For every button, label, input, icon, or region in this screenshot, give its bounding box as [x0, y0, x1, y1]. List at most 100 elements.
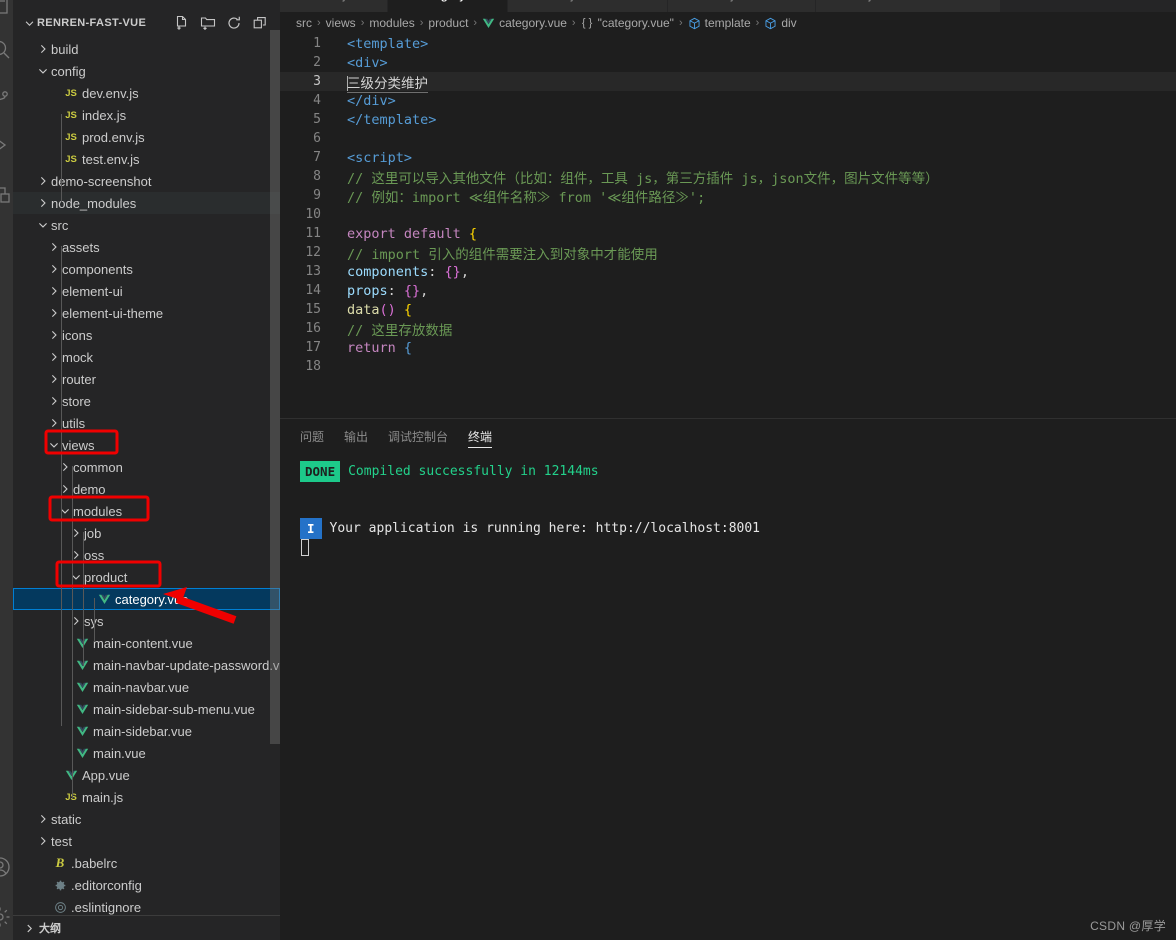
code-line[interactable]: 4 </div>: [280, 91, 1176, 110]
chevron-right-icon[interactable]: [46, 236, 62, 258]
tree-item[interactable]: config: [13, 60, 280, 82]
panel-tab-inactive[interactable]: 问题: [300, 419, 324, 454]
tree-item[interactable]: build: [13, 38, 280, 60]
outline-section-header[interactable]: 大纲: [13, 915, 280, 940]
close-icon[interactable]: ×: [360, 0, 368, 2]
tree-item[interactable]: modules: [13, 500, 280, 522]
tree-item[interactable]: icons: [13, 324, 280, 346]
code-editor[interactable]: 1 <template> 2 <div> 3 三级分类维护 4 </div> 5 </templa…: [280, 34, 1176, 418]
chevron-right-icon[interactable]: [57, 478, 73, 500]
chevron-right-icon[interactable]: [35, 830, 51, 852]
panel-tab-inactive[interactable]: 调试控制台: [388, 419, 448, 454]
chevron-down-icon[interactable]: [35, 60, 51, 82]
tree-item[interactable]: .editorconfig: [13, 874, 280, 896]
new-folder-button[interactable]: [198, 13, 218, 33]
chevron-right-icon[interactable]: [46, 346, 62, 368]
tree-item[interactable]: JS main.js: [13, 786, 280, 808]
chevron-down-icon[interactable]: [57, 500, 73, 522]
collapse-all-button[interactable]: [250, 13, 270, 33]
chevron-down-icon[interactable]: [68, 566, 84, 588]
chevron-right-icon[interactable]: [46, 324, 62, 346]
close-icon[interactable]: ×: [588, 0, 596, 2]
tree-item[interactable]: assets: [13, 236, 280, 258]
tree-item[interactable]: main-navbar-update-password.vue: [13, 654, 280, 676]
tree-item[interactable]: oss: [13, 544, 280, 566]
tree-item[interactable]: demo: [13, 478, 280, 500]
tree-item[interactable]: demo-screenshot: [13, 170, 280, 192]
terminal-output[interactable]: DONE Compiled successfully in 12144ms I …: [280, 454, 1176, 557]
code-line[interactable]: 9 // 例如：import ≪组件名称≫ from '≪组件路径≫';: [280, 186, 1176, 206]
accounts-icon[interactable]: [0, 855, 12, 879]
chevron-right-icon[interactable]: [46, 302, 62, 324]
settings-gear-icon[interactable]: [0, 905, 12, 929]
editor-tab[interactable]: {} vue.json ×: [816, 0, 1001, 12]
sidebar-scrollbar[interactable]: [270, 30, 280, 744]
breadcrumb-item[interactable]: modules: [369, 16, 414, 30]
code-line[interactable]: 12 // import 引入的组件需要注入到对象中才能使用: [280, 243, 1176, 263]
breadcrumb-item[interactable]: src: [296, 16, 312, 30]
tree-item[interactable]: JS index.js: [13, 104, 280, 126]
search-icon[interactable]: [0, 37, 12, 61]
code-line[interactable]: 16 // 这里存放数据: [280, 319, 1176, 339]
code-line[interactable]: 7 <script>: [280, 148, 1176, 167]
code-line[interactable]: 2 <div>: [280, 53, 1176, 72]
tree-item[interactable]: views: [13, 434, 280, 456]
tree-item[interactable]: JS prod.env.js: [13, 126, 280, 148]
chevron-down-icon[interactable]: [46, 434, 62, 456]
code-line[interactable]: 11 export default {: [280, 224, 1176, 243]
chevron-right-icon[interactable]: [35, 192, 51, 214]
code-line[interactable]: 14 props: {},: [280, 281, 1176, 300]
tree-item-selected[interactable]: category.vue: [13, 588, 280, 610]
new-file-button[interactable]: [172, 13, 192, 33]
tree-item[interactable]: B .babelrc: [13, 852, 280, 874]
tree-item[interactable]: src: [13, 214, 280, 236]
close-icon[interactable]: ×: [748, 0, 756, 2]
chevron-right-icon[interactable]: [35, 808, 51, 830]
tree-item[interactable]: static: [13, 808, 280, 830]
tree-item[interactable]: mock: [13, 346, 280, 368]
tree-item[interactable]: store: [13, 390, 280, 412]
panel-tab-active[interactable]: 终端: [468, 419, 493, 454]
chevron-right-icon[interactable]: [46, 280, 62, 302]
chevron-right-icon[interactable]: [46, 412, 62, 434]
tree-item[interactable]: main-sidebar.vue: [13, 720, 280, 742]
chevron-down-icon[interactable]: [35, 214, 51, 236]
tree-item[interactable]: components: [13, 258, 280, 280]
tree-item[interactable]: utils: [13, 412, 280, 434]
run-debug-icon[interactable]: [0, 133, 12, 157]
code-line[interactable]: 17 return {: [280, 338, 1176, 357]
tree-item[interactable]: job: [13, 522, 280, 544]
chevron-right-icon[interactable]: [35, 38, 51, 60]
explorer-section-header[interactable]: RENREN-FAST-VUE: [13, 10, 280, 36]
code-line[interactable]: 10: [280, 205, 1176, 224]
code-line[interactable]: 1 <template>: [280, 34, 1176, 53]
tree-item[interactable]: test: [13, 830, 280, 852]
editor-scrollbar[interactable]: [1162, 34, 1176, 418]
breadcrumb-item[interactable]: { } "category.vue": [581, 16, 674, 30]
code-line[interactable]: 18: [280, 357, 1176, 376]
tree-item[interactable]: node_modules: [13, 192, 280, 214]
chevron-right-icon[interactable]: [35, 170, 51, 192]
tree-item[interactable]: main-navbar.vue: [13, 676, 280, 698]
chevron-right-icon[interactable]: [46, 390, 62, 412]
breadcrumb-item[interactable]: views: [326, 16, 356, 30]
code-line[interactable]: 6: [280, 129, 1176, 148]
source-control-icon[interactable]: [0, 85, 12, 109]
tree-item[interactable]: router: [13, 368, 280, 390]
panel-tab-inactive[interactable]: 输出: [344, 419, 368, 454]
tree-item[interactable]: sys: [13, 610, 280, 632]
tree-item[interactable]: JS dev.env.js: [13, 82, 280, 104]
breadcrumb-item[interactable]: template: [688, 16, 751, 30]
tree-item[interactable]: product: [13, 566, 280, 588]
breadcrumb-item[interactable]: div: [764, 16, 797, 30]
tree-item[interactable]: .eslintignore: [13, 896, 280, 915]
code-line[interactable]: 8 // 这里可以导入其他文件（比如：组件，工具 js，第三方插件 js，json…: [280, 167, 1176, 187]
code-line[interactable]: 15 data() {: [280, 300, 1176, 319]
code-line[interactable]: 5 </template>: [280, 110, 1176, 129]
tree-item[interactable]: element-ui: [13, 280, 280, 302]
panel-tabs[interactable]: 问题 输出 调试控制台 终端: [280, 419, 1176, 454]
breadcrumb-item[interactable]: product: [428, 16, 468, 30]
explorer-icon[interactable]: [0, 0, 12, 18]
chevron-right-icon[interactable]: [68, 610, 84, 632]
breadcrumb-item[interactable]: category.vue: [482, 16, 567, 30]
